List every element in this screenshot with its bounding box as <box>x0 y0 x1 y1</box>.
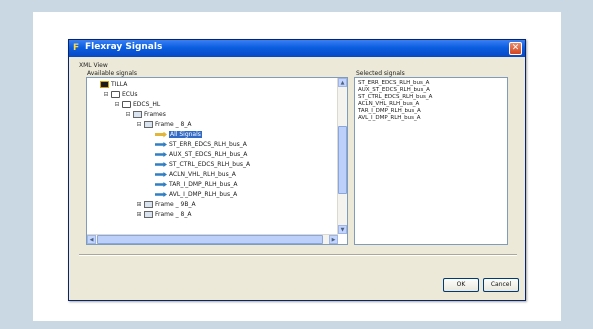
signal-icon <box>155 142 167 147</box>
tree-node-label: ACLN_VHL_RLH_bus_A <box>169 171 236 178</box>
expand-icon[interactable]: ⊞ <box>134 200 144 209</box>
scroll-left-icon[interactable]: ◀ <box>87 235 96 244</box>
window-title: Flexray Signals <box>85 42 163 52</box>
tree-node[interactable]: ST_CTRL_EDCS_RLH_bus_A <box>145 160 250 169</box>
tree-node-label: TAR_I_DMP_RLH_bus_A <box>169 181 238 188</box>
signal-icon <box>155 162 167 167</box>
scroll-thumb[interactable] <box>338 126 347 194</box>
flexray-signals-dialog: F Flexray Signals ✕ XML View Available s… <box>68 39 526 301</box>
scroll-right-icon[interactable]: ▶ <box>329 235 338 244</box>
tree-node[interactable]: ⊟ EDCS_HL <box>112 100 160 109</box>
list-item[interactable]: ST_ERR_EDCS_RLH_bus_A <box>358 80 429 87</box>
cancel-button[interactable]: Cancel <box>483 278 519 292</box>
list-item[interactable]: AVL_I_DMP_RLH_bus_A <box>358 115 421 122</box>
tree-node-label: All Signals <box>169 131 202 138</box>
collapse-icon[interactable]: ⊟ <box>134 120 144 129</box>
expand-icon[interactable]: ⊞ <box>134 210 144 219</box>
collapse-icon[interactable]: ⊟ <box>123 110 133 119</box>
frame-icon <box>144 201 153 208</box>
frames-icon <box>133 111 142 118</box>
network-icon <box>111 91 120 98</box>
tree-node-label: EDCS_HL <box>133 101 161 108</box>
list-item[interactable]: ST_CTRL_EDCS_RLH_bus_A <box>358 94 432 101</box>
xml-view-label: XML View <box>79 62 108 69</box>
ok-button[interactable]: OK <box>443 278 479 292</box>
root-icon <box>100 81 109 88</box>
selected-signals-label: Selected signals <box>356 70 405 77</box>
tree-node[interactable]: ST_ERR_EDCS_RLH_bus_A <box>145 140 247 149</box>
available-signals-label: Available signals <box>87 70 137 77</box>
selected-signals-list[interactable]: ST_ERR_EDCS_RLH_bus_A AUX_ST_EDCS_RLH_bus… <box>354 77 508 245</box>
app-icon: F <box>73 43 80 53</box>
network-icon <box>122 101 131 108</box>
tree-node[interactable]: TAR_I_DMP_RLH_bus_A <box>145 180 238 189</box>
tree-node-label: TILLA <box>111 81 128 88</box>
collapse-icon[interactable]: ⊟ <box>101 90 111 99</box>
list-item[interactable]: ACLN_VHL_RLH_bus_A <box>358 101 419 108</box>
tree-node[interactable]: AUX_ST_EDCS_RLH_bus_A <box>145 150 247 159</box>
tree-node-label: Frames <box>144 111 166 118</box>
divider <box>79 254 517 256</box>
tree-horizontal-scrollbar[interactable]: ◀ ▶ <box>87 234 338 244</box>
available-signals-tree[interactable]: TILLA ⊟ ECUs ⊟ EDCS_HL ⊟ Frames ⊟ Frame _ 8_A All… <box>86 77 348 245</box>
tree-node[interactable]: ⊞ Frame _ 8_A <box>134 210 191 219</box>
tree-node-label: Frame _ 9B_A <box>155 201 196 208</box>
tree-node[interactable]: ⊟ Frames <box>123 110 166 119</box>
tree-node-label: Frame _ 8_A <box>155 121 192 128</box>
all-signals-icon <box>155 131 167 138</box>
signal-icon <box>155 172 167 177</box>
tree-node-label: ECUs <box>122 91 138 98</box>
hscroll-thumb[interactable] <box>97 235 323 244</box>
tree-node[interactable]: ACLN_VHL_RLH_bus_A <box>145 170 236 179</box>
tree-node[interactable]: ⊞ Frame _ 9B_A <box>134 200 196 209</box>
list-item[interactable]: TAR_I_DMP_RLH_bus_A <box>358 108 421 115</box>
tree-node[interactable]: ⊟ Frame _ 8_A <box>134 120 191 129</box>
tree-node-label: Frame _ 8_A <box>155 211 192 218</box>
scroll-down-icon[interactable]: ▼ <box>338 225 347 234</box>
frame-icon <box>144 211 153 218</box>
tree-node[interactable]: All Signals <box>145 130 202 139</box>
signal-icon <box>155 192 167 197</box>
collapse-icon[interactable]: ⊟ <box>112 100 122 109</box>
tree-node[interactable]: TILLA <box>90 80 127 89</box>
tree-node-label: AUX_ST_EDCS_RLH_bus_A <box>169 151 248 158</box>
list-item[interactable]: AUX_ST_EDCS_RLH_bus_A <box>358 87 430 94</box>
signal-icon <box>155 152 167 157</box>
frame-icon <box>144 121 153 128</box>
close-button[interactable]: ✕ <box>509 42 522 55</box>
title-bar[interactable]: F Flexray Signals ✕ <box>69 40 525 57</box>
tree-node-label: ST_CTRL_EDCS_RLH_bus_A <box>169 161 251 168</box>
tree-node[interactable]: AVL_I_DMP_RLH_bus_A <box>145 190 237 199</box>
tree-node-label: ST_ERR_EDCS_RLH_bus_A <box>169 141 247 148</box>
tree-node-label: AVL_I_DMP_RLH_bus_A <box>169 191 238 198</box>
scroll-up-icon[interactable]: ▲ <box>338 78 347 87</box>
signal-icon <box>155 182 167 187</box>
tree-node[interactable]: ⊟ ECUs <box>101 90 138 99</box>
tree-vertical-scrollbar[interactable]: ▲ ▼ <box>337 78 347 234</box>
